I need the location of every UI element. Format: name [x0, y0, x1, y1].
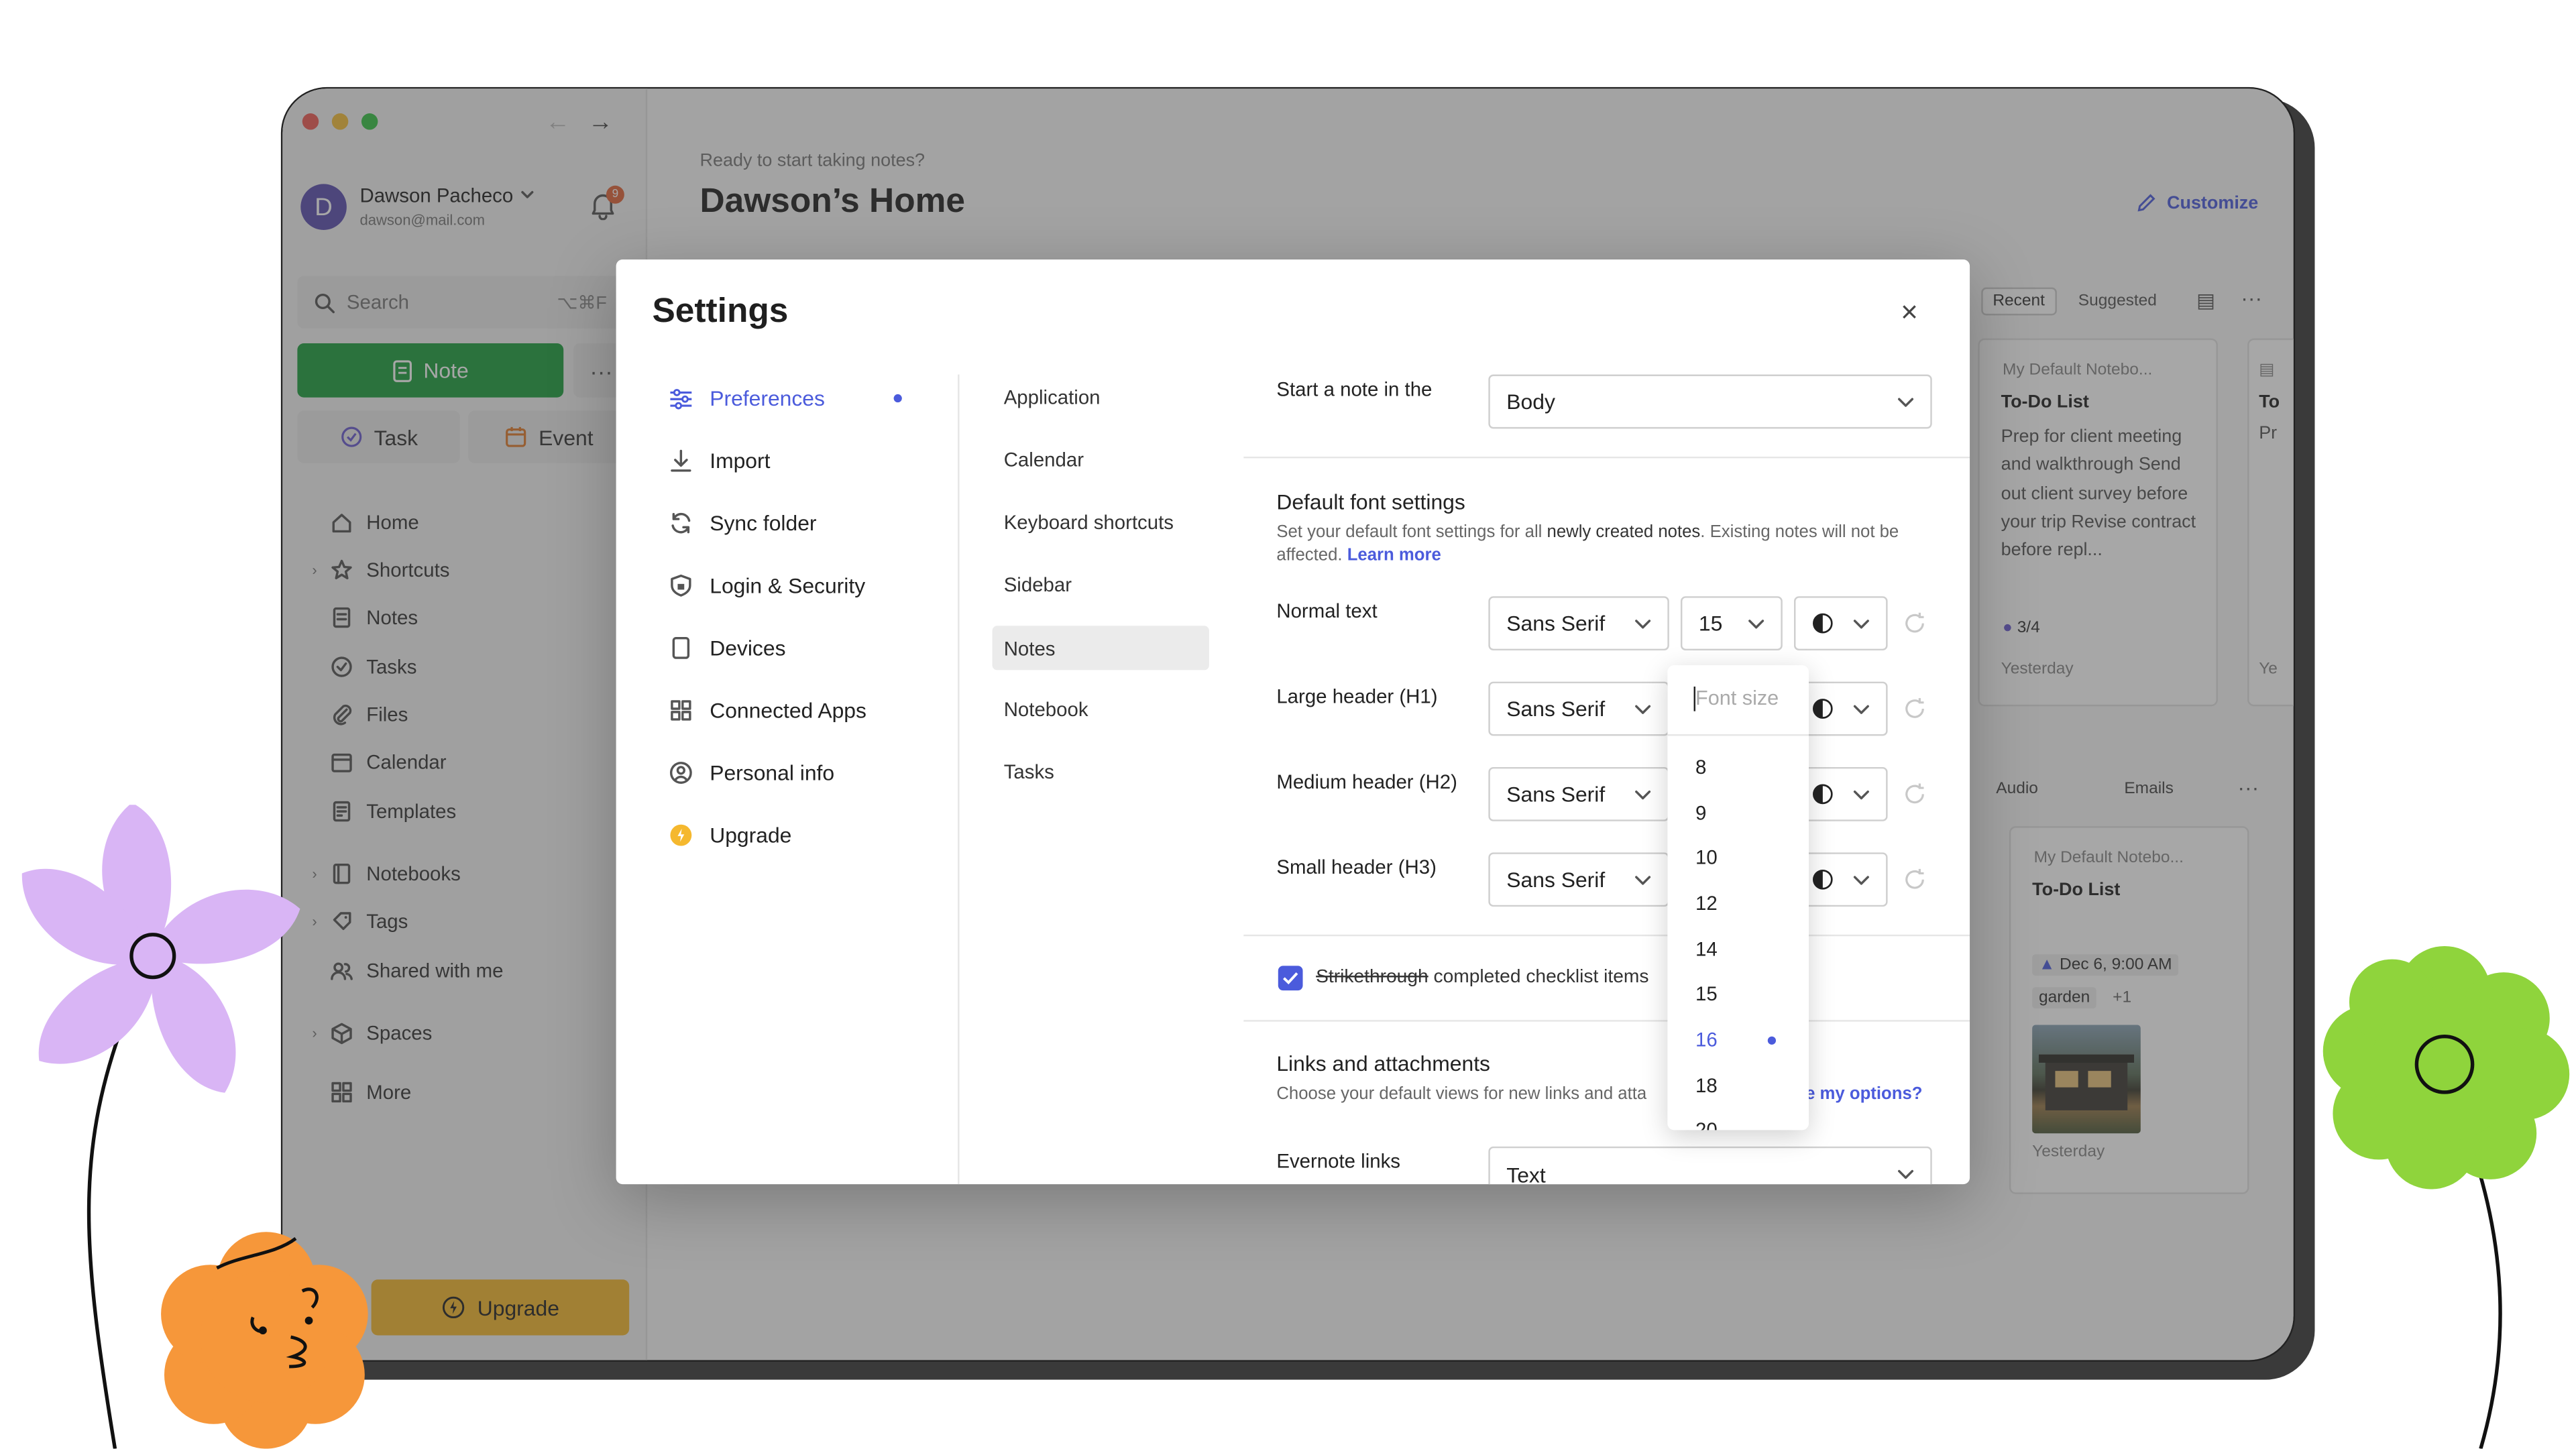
font-size-input[interactable]: Font size — [1667, 665, 1809, 736]
green-flower-decoration — [2322, 945, 2570, 1190]
font-size-option[interactable]: 12 — [1695, 892, 1718, 915]
chevron-down-icon — [1853, 705, 1869, 714]
evernote-links-select[interactable]: Text — [1488, 1146, 1932, 1185]
strikethrough-checkbox[interactable] — [1278, 966, 1303, 991]
links-description: Choose your default views for new links … — [1276, 1084, 1647, 1104]
chevron-down-icon — [1853, 790, 1869, 800]
category-personal-info[interactable]: Personal info — [669, 741, 915, 803]
shield-icon — [671, 573, 691, 596]
section-divider — [1243, 1020, 1970, 1022]
chevron-down-icon — [1635, 620, 1651, 629]
start-note-select[interactable]: Body — [1488, 374, 1932, 429]
person-icon — [669, 760, 692, 783]
font-size-option[interactable]: 14 — [1695, 938, 1718, 961]
category-devices[interactable]: Devices — [669, 616, 915, 679]
h1-label: Large header (H1) — [1276, 685, 1438, 708]
subnav-sidebar[interactable]: Sidebar — [993, 554, 1209, 616]
options-link[interactable]: e my options? — [1805, 1084, 1922, 1104]
font-size-option[interactable]: 8 — [1695, 756, 1706, 778]
h1-font-family-select[interactable]: Sans Serif — [1488, 681, 1669, 736]
device-icon — [672, 636, 690, 658]
font-size-option[interactable]: 18 — [1695, 1074, 1718, 1097]
subnav-tasks[interactable]: Tasks — [993, 741, 1209, 803]
chevron-down-icon — [1853, 620, 1869, 629]
contrast-icon — [1813, 784, 1833, 805]
chevron-down-icon — [1898, 1169, 1914, 1179]
section-divider — [1243, 456, 1970, 459]
subnav-notebook[interactable]: Notebook — [993, 679, 1209, 741]
chevron-down-icon — [1635, 876, 1651, 885]
category-import[interactable]: Import — [669, 428, 915, 491]
bolt-icon — [670, 823, 692, 846]
download-icon — [671, 449, 691, 471]
normal-font-family-select[interactable]: Sans Serif — [1488, 596, 1669, 651]
orange-flower-decoration — [161, 1232, 368, 1449]
contrast-icon — [1813, 869, 1833, 890]
font-size-dropdown: Font size 8 9 10 12 14 15 16 18 20 — [1667, 665, 1809, 1131]
start-note-label: Start a note in the — [1276, 378, 1433, 401]
h3-font-family-select[interactable]: Sans Serif — [1488, 852, 1669, 907]
checkmark-icon — [1283, 972, 1298, 985]
category-preferences[interactable]: Preferences — [669, 366, 915, 428]
chevron-down-icon — [1748, 620, 1765, 629]
subnav-notes[interactable]: Notes — [992, 626, 1209, 671]
close-icon[interactable]: × — [1901, 296, 1918, 330]
h2-label: Medium header (H2) — [1276, 770, 1457, 794]
learn-more-link[interactable]: Learn more — [1347, 545, 1441, 565]
selected-indicator-dot — [1767, 1036, 1777, 1045]
evernote-links-label: Evernote links — [1276, 1149, 1400, 1173]
font-size-placeholder: Font size — [1695, 686, 1779, 710]
font-size-option-selected[interactable]: 16 — [1695, 1028, 1718, 1051]
settings-categories: Preferences Import Sync folder Login & S… — [669, 366, 915, 866]
sync-icon — [671, 512, 691, 533]
normal-font-color-select[interactable] — [1793, 596, 1888, 651]
category-login-security[interactable]: Login & Security — [669, 554, 915, 616]
apps-grid-icon — [671, 699, 691, 720]
section-divider — [1243, 934, 1970, 937]
active-indicator-dot — [893, 393, 902, 402]
chevron-down-icon — [1635, 705, 1651, 714]
normal-text-label: Normal text — [1276, 599, 1378, 623]
preferences-subnav: Application Calendar Keyboard shortcuts … — [992, 366, 1209, 803]
strikethrough-label: Strikethrough completed checklist items — [1316, 967, 1649, 988]
font-settings-description: Set your default font settings for all n… — [1276, 522, 1899, 565]
reset-icon[interactable] — [1903, 867, 1927, 892]
column-divider — [958, 374, 960, 1185]
subnav-keyboard-shortcuts[interactable]: Keyboard shortcuts — [993, 491, 1209, 553]
reset-icon[interactable] — [1903, 611, 1927, 636]
chevron-down-icon — [1898, 398, 1914, 407]
dialog-title: Settings — [652, 292, 789, 331]
font-settings-heading: Default font settings — [1276, 489, 1465, 514]
h2-font-family-select[interactable]: Sans Serif — [1488, 766, 1669, 821]
purple-flower-decoration — [21, 805, 300, 1093]
font-size-option[interactable]: 9 — [1695, 801, 1706, 824]
chevron-down-icon — [1853, 876, 1869, 885]
category-upgrade[interactable]: Upgrade — [669, 803, 915, 866]
reset-icon[interactable] — [1903, 697, 1927, 721]
sliders-icon — [670, 388, 692, 409]
chevron-down-icon — [1635, 790, 1651, 800]
font-size-option[interactable]: 15 — [1695, 982, 1718, 1005]
subnav-calendar[interactable]: Calendar — [993, 428, 1209, 491]
font-size-option[interactable]: 10 — [1695, 846, 1718, 869]
contrast-icon — [1813, 699, 1833, 719]
links-heading: Links and attachments — [1276, 1051, 1490, 1076]
normal-font-size-select[interactable]: 15 — [1680, 596, 1783, 651]
h3-label: Small header (H3) — [1276, 856, 1437, 879]
subnav-application[interactable]: Application — [993, 366, 1209, 428]
contrast-icon — [1813, 613, 1833, 634]
font-size-option[interactable]: 20 — [1695, 1118, 1718, 1130]
category-sync-folder[interactable]: Sync folder — [669, 491, 915, 553]
category-connected-apps[interactable]: Connected Apps — [669, 679, 915, 741]
reset-icon[interactable] — [1903, 782, 1927, 807]
